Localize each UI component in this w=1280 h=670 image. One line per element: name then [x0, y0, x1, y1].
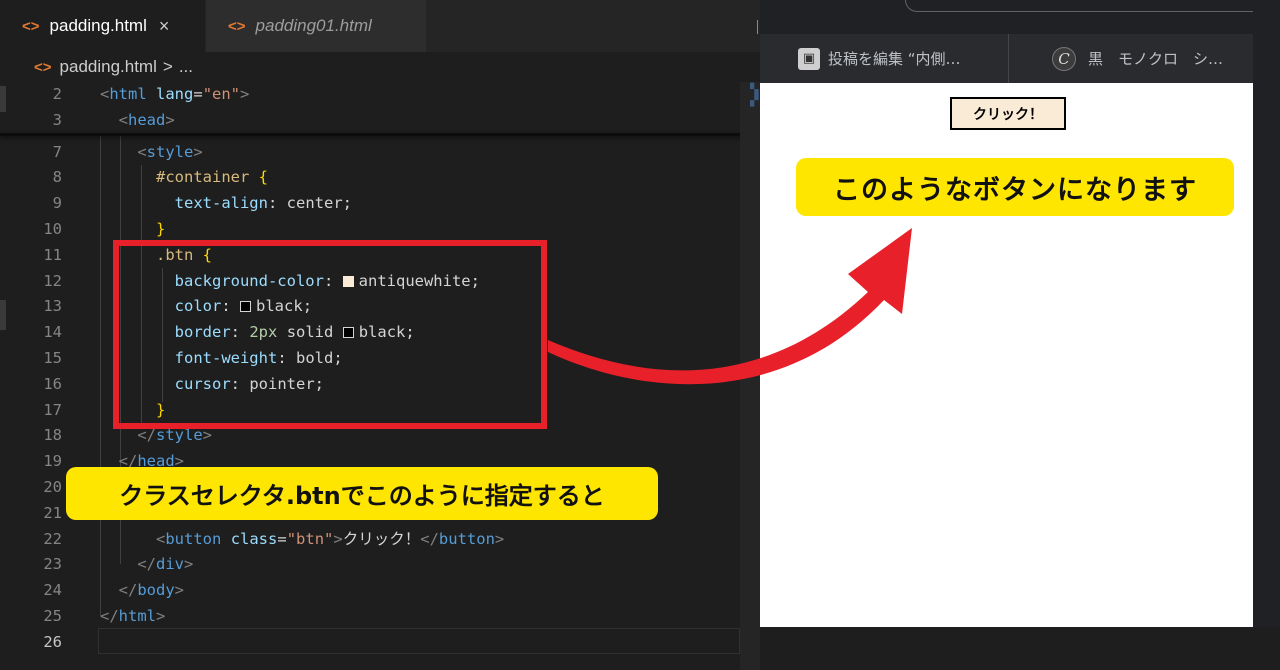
code-text[interactable]: </div> [100, 552, 193, 578]
tab-bar-divider [757, 20, 758, 34]
line-number: 24 [43, 581, 62, 600]
line-number: 10 [43, 219, 62, 238]
bookmark-monochrome[interactable]: C 黒 モノクロ シ… [1052, 34, 1223, 83]
tab-bar: <> padding.html × <> padding01.html [0, 0, 760, 52]
bookmarks-divider [1008, 34, 1009, 83]
line-number: 7 [52, 142, 62, 161]
editor-scrollbar[interactable] [740, 82, 760, 670]
line-number: 2 [52, 85, 62, 103]
line-number: 13 [43, 297, 62, 316]
current-line-highlight [98, 628, 740, 654]
code-text[interactable]: <html lang="en"> [100, 82, 249, 108]
html-file-icon: <> [34, 58, 52, 76]
line-number: 12 [43, 271, 62, 290]
breadcrumb-separator: > [162, 57, 173, 76]
window-edge [1253, 0, 1280, 627]
code-text[interactable]: } [100, 217, 165, 243]
code-text[interactable]: </body> [100, 578, 184, 604]
desktop-background [822, 627, 1280, 670]
instruction-callout: クラスセレクタ.btnでこのように指定すると [66, 467, 658, 520]
c-logo-icon: C [1052, 46, 1076, 71]
result-callout: このようなボタンになります [796, 158, 1234, 216]
code-text[interactable]: <head> [100, 108, 175, 134]
tab-padding01-html[interactable]: <> padding01.html [206, 0, 426, 52]
bookmark-edit-post[interactable]: ▣ 投稿を編集 “内側… [798, 34, 961, 83]
highlight-box [113, 240, 547, 429]
demo-click-button[interactable]: クリック！ [950, 97, 1066, 130]
code-line: 3 <head> [0, 108, 760, 134]
breadcrumb: <> padding.html > ... [0, 52, 760, 82]
address-bar[interactable] [905, 0, 1280, 12]
html-file-icon: <> [228, 17, 246, 35]
code-text[interactable]: </html> [100, 604, 165, 630]
code-line: 23 </div> [0, 552, 760, 578]
code-line: 24 </body> [0, 578, 760, 604]
line-number: 21 [43, 503, 62, 522]
line-number: 20 [43, 477, 62, 496]
line-number: 25 [43, 606, 62, 625]
code-line: 8 #container { [0, 165, 760, 191]
code-line: 2 <html lang="en"> [0, 82, 760, 108]
line-number: 11 [43, 245, 62, 264]
code-line: 7 <style> [0, 140, 760, 166]
line-number: 17 [43, 400, 62, 419]
tab-padding-html[interactable]: <> padding.html × [0, 0, 205, 52]
bookmarks-bar: ▣ 投稿を編集 “内側… C 黒 モノクロ シ… [760, 34, 1253, 83]
bookmark-label: 投稿を編集 “内側… [828, 50, 961, 68]
tab-label: padding.html [49, 16, 147, 35]
line-number: 18 [43, 426, 62, 445]
line-number: 15 [43, 348, 62, 367]
line-number: 3 [52, 110, 62, 129]
breadcrumb-file[interactable]: padding.html [60, 57, 157, 77]
bookmark-label: 黒 モノクロ シ… [1088, 50, 1224, 68]
line-number: 19 [43, 452, 62, 471]
code-text[interactable]: #container { [100, 165, 268, 191]
line-number: 22 [43, 529, 62, 548]
code-line: 22 <button class="btn">クリック！</button> [0, 527, 760, 553]
code-text[interactable]: <button class="btn">クリック！</button> [100, 527, 504, 553]
line-number: 26 [43, 632, 62, 651]
line-number: 8 [52, 168, 62, 187]
breadcrumb-rest[interactable]: ... [179, 57, 193, 77]
bookmark-favicon-icon: ▣ [798, 47, 820, 70]
code-text[interactable]: <style> [100, 140, 202, 166]
html-file-icon: <> [22, 17, 40, 35]
line-number: 16 [43, 374, 62, 393]
sticky-scroll-shadow [0, 133, 760, 136]
code-line: 9 text-align: center; [0, 191, 760, 217]
code-line: 25 </html> [0, 604, 760, 630]
line-number: 14 [43, 323, 62, 342]
line-number: 9 [52, 194, 62, 213]
code-line: 10 } [0, 217, 760, 243]
tab-label: padding01.html [255, 16, 372, 35]
line-number: 23 [43, 555, 62, 574]
close-icon[interactable]: × [159, 16, 170, 37]
code-text[interactable]: text-align: center; [100, 191, 352, 217]
